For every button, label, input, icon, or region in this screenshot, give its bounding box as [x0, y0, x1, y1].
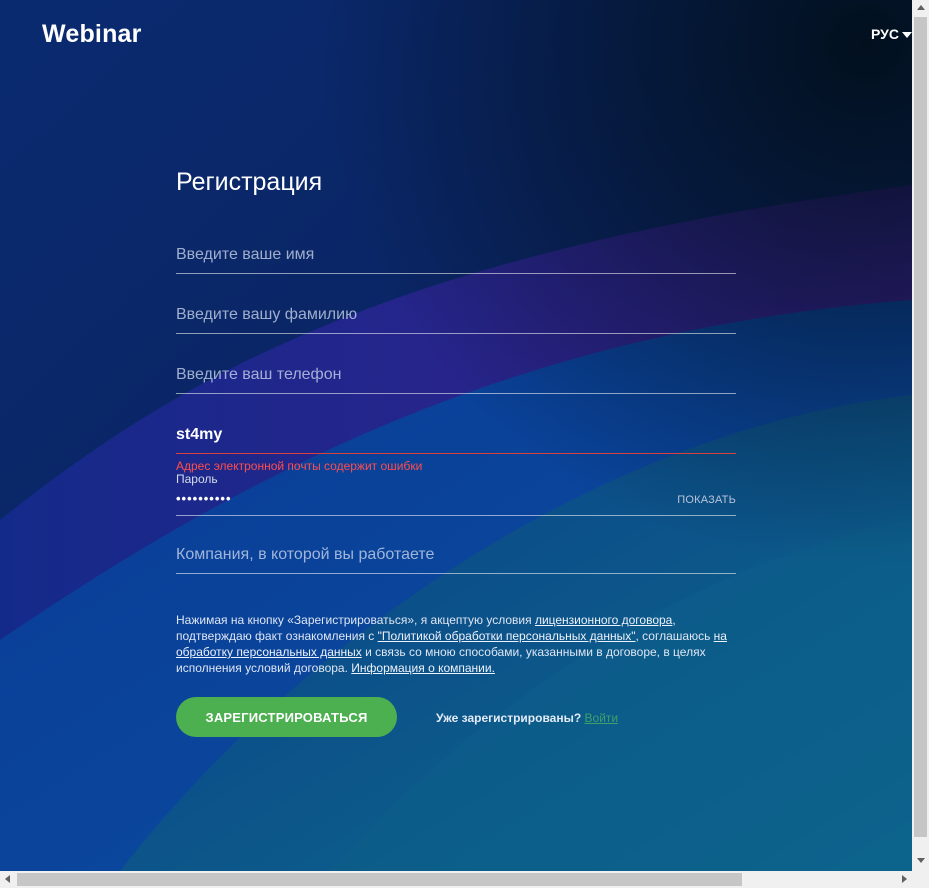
language-label: РУС	[871, 26, 899, 42]
register-button[interactable]: ЗАРЕГИСТРИРОВАТЬСЯ	[176, 697, 397, 737]
webinar-logo[interactable]: Webinar	[42, 20, 142, 49]
scroll-down-icon[interactable]	[917, 858, 925, 863]
first-name-input[interactable]	[176, 244, 736, 274]
legal-text-part: Нажимая на кнопку «Зарегистрироваться», …	[176, 613, 535, 627]
email-field-wrap: Адрес электронной почты содержит ошибки	[176, 424, 736, 473]
email-error-message: Адрес электронной почты содержит ошибки	[176, 459, 423, 473]
registration-form: Регистрация Адрес электронной почты соде…	[176, 168, 736, 737]
page-title: Регистрация	[176, 168, 323, 196]
legal-consent-text: Нажимая на кнопку «Зарегистрироваться», …	[176, 612, 736, 676]
page-viewport: Webinar РУС Регистрация Адрес электронно…	[0, 0, 912, 871]
last-name-field-wrap	[176, 304, 736, 334]
caret-down-icon	[902, 31, 912, 38]
scroll-up-icon[interactable]	[917, 5, 925, 10]
company-field-wrap	[176, 544, 736, 574]
login-link[interactable]: Войти	[585, 711, 619, 725]
company-input[interactable]	[176, 544, 736, 574]
email-input[interactable]	[176, 424, 736, 454]
scroll-left-icon[interactable]	[5, 875, 10, 883]
language-selector[interactable]: РУС	[871, 26, 912, 42]
show-password-button[interactable]: ПОКАЗАТЬ	[677, 494, 736, 506]
password-label: Пароль	[176, 472, 218, 486]
first-name-field-wrap	[176, 244, 736, 274]
vertical-scroll-thumb[interactable]	[914, 17, 927, 837]
already-registered-text: Уже зарегистрированы?	[436, 711, 582, 725]
privacy-policy-link[interactable]: "Политикой обработки персональных данных…	[378, 629, 636, 643]
horizontal-scrollbar[interactable]	[0, 871, 912, 888]
last-name-input[interactable]	[176, 304, 736, 334]
vertical-scrollbar[interactable]	[912, 0, 929, 871]
phone-field-wrap	[176, 364, 736, 394]
password-row: ПОКАЗАТЬ	[176, 486, 736, 516]
scroll-right-icon[interactable]	[902, 875, 907, 883]
horizontal-scroll-thumb[interactable]	[17, 873, 742, 886]
legal-text-part: , соглашаюсь	[635, 629, 714, 643]
already-registered: Уже зарегистрированы? Войти	[436, 711, 618, 725]
password-input[interactable]	[176, 486, 736, 516]
phone-input[interactable]	[176, 364, 736, 394]
company-info-link[interactable]: Информация о компании.	[351, 661, 495, 675]
license-agreement-link[interactable]: лицензионного договора	[535, 613, 672, 627]
scrollbar-corner	[912, 871, 929, 888]
